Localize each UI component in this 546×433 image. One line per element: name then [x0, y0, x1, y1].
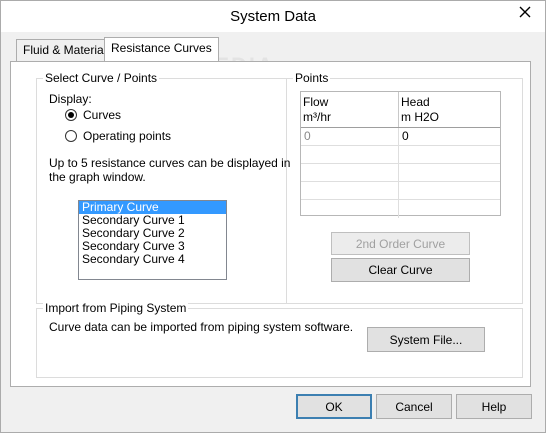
radio-curves[interactable]: Curves — [65, 108, 121, 122]
radio-operating-points[interactable]: Operating points — [65, 129, 171, 143]
dialog-window: System Data SOFTPEDIA Fluid & Materials … — [0, 0, 546, 433]
head-cell[interactable] — [399, 146, 500, 164]
list-item-secondary-curve-4[interactable]: Secondary Curve 4 — [79, 253, 226, 266]
close-button[interactable] — [511, 1, 539, 23]
head-cell[interactable] — [399, 182, 500, 200]
head-header-title: Head — [401, 95, 430, 109]
head-cell[interactable] — [399, 200, 500, 218]
help-button[interactable]: Help — [456, 394, 532, 419]
table-row — [301, 164, 500, 182]
group-label: Points — [293, 71, 331, 85]
grid-header-flow: Flow m³/hr — [301, 92, 399, 127]
flow-cell[interactable] — [301, 182, 399, 200]
head-header-unit: m H2O — [401, 110, 440, 124]
points-grid[interactable]: Flow m³/hr Head m H2O 0 0 — [300, 91, 501, 218]
curves-note-line1: Up to 5 resistance curves can be display… — [49, 156, 291, 170]
table-row: 0 0 — [301, 128, 500, 146]
head-cell[interactable]: 0 — [399, 128, 500, 146]
flow-cell[interactable]: 0 — [301, 128, 399, 146]
tab-label: Fluid & Materials — [23, 43, 113, 57]
flow-cell[interactable] — [301, 200, 399, 218]
grid-header-head: Head m H2O — [399, 92, 500, 127]
head-cell[interactable] — [399, 164, 500, 182]
close-icon — [519, 6, 531, 18]
clear-curve-button[interactable]: Clear Curve — [331, 258, 470, 282]
table-row — [301, 200, 500, 218]
grid-header: Flow m³/hr Head m H2O — [301, 92, 500, 128]
tab-resistance-curves[interactable]: Resistance Curves — [104, 37, 219, 61]
table-row — [301, 182, 500, 200]
tab-label: Resistance Curves — [111, 41, 212, 55]
curves-note-line2: the graph window. — [49, 170, 146, 184]
flow-cell[interactable] — [301, 164, 399, 182]
system-file-button[interactable]: System File... — [367, 327, 485, 352]
import-description: Curve data can be imported from piping s… — [49, 320, 354, 334]
radio-checked-icon — [65, 109, 77, 121]
group-label: Import from Piping System — [43, 301, 189, 315]
flow-header-title: Flow — [303, 95, 329, 109]
curve-listbox[interactable]: Primary Curve Secondary Curve 1 Secondar… — [78, 200, 227, 280]
group-label: Select Curve / Points — [43, 71, 160, 85]
display-label: Display: — [49, 92, 92, 106]
title-bar[interactable]: System Data — [1, 1, 545, 32]
ok-button[interactable]: OK — [296, 394, 372, 419]
flow-header-unit: m³/hr — [303, 110, 331, 124]
cancel-button[interactable]: Cancel — [376, 394, 452, 419]
window-title: System Data — [230, 8, 316, 25]
radio-label: Curves — [83, 108, 122, 122]
radio-unchecked-icon — [65, 130, 77, 142]
radio-label: Operating points — [83, 129, 172, 143]
table-row — [301, 146, 500, 164]
second-order-curve-button[interactable]: 2nd Order Curve — [331, 232, 470, 255]
flow-cell[interactable] — [301, 146, 399, 164]
